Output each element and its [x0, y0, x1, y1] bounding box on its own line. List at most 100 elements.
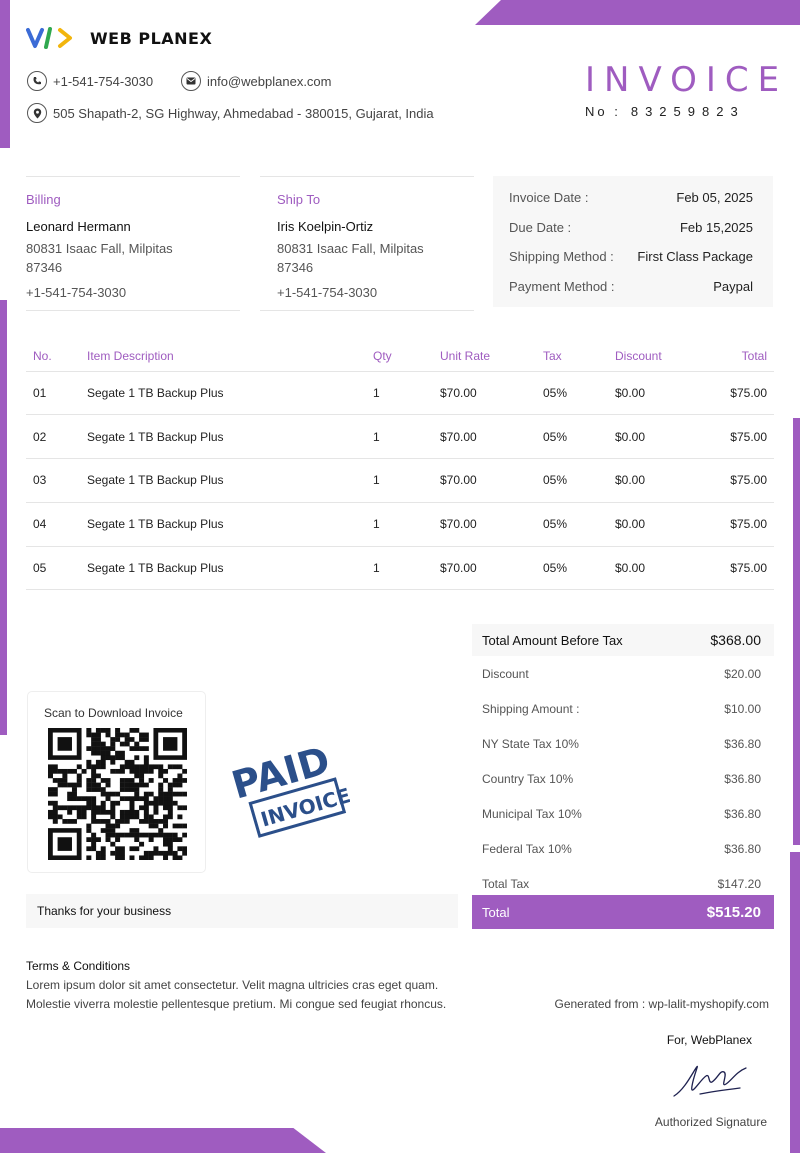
cell-total: $75.00 [694, 458, 774, 503]
table-row: 05 Segate 1 TB Backup Plus 1 $70.00 05% … [26, 546, 774, 591]
decor-right-bar-mid [793, 418, 800, 845]
meta-shipping-method: Shipping Method : First Class Package [509, 249, 753, 265]
email-icon [181, 71, 201, 91]
ship-to-phone: +1-541-754-3030 [277, 285, 378, 300]
cell-unit-rate: $70.00 [433, 458, 536, 503]
company-address: 505 Shapath-2, SG Highway, Ahmedabad - 3… [27, 103, 434, 123]
qr-card: Scan to Download Invoice [27, 691, 206, 873]
decor-left-bar-top [0, 0, 10, 148]
billing-label: Billing [26, 192, 61, 207]
col-header-total: Total [694, 341, 774, 372]
cell-unit-rate: $70.00 [433, 371, 536, 416]
cell-discount: $0.00 [608, 458, 694, 503]
items-table: No. Item Description Qty Unit Rate Tax D… [26, 341, 774, 591]
cell-total: $75.00 [694, 546, 774, 591]
summary-before-tax: Total Amount Before Tax $368.00 [472, 624, 774, 656]
qr-caption: Scan to Download Invoice [44, 706, 183, 720]
cell-qty: 1 [366, 414, 433, 460]
summary-row-discount: Discount $20.00 [482, 666, 761, 681]
cell-no: 04 [26, 502, 80, 547]
cell-qty: 1 [366, 502, 433, 547]
cell-description: Segate 1 TB Backup Plus [80, 458, 366, 503]
invoice-meta-box: Invoice Date : Feb 05, 2025 Due Date : Feb… [493, 176, 773, 307]
cell-tax: 05% [536, 502, 608, 547]
summary-total: Total $515.20 [472, 895, 774, 929]
cell-unit-rate: $70.00 [433, 414, 536, 460]
company-logo: WEB PLANEX [26, 26, 212, 50]
thanks-message: Thanks for your business [26, 894, 458, 928]
company-name: WEB PLANEX [90, 28, 213, 48]
email-text: info@webplanex.com [207, 73, 332, 89]
meta-invoice-date: Invoice Date : Feb 05, 2025 [509, 190, 753, 206]
cell-qty: 1 [366, 546, 433, 591]
cell-qty: 1 [366, 458, 433, 503]
summary-row-ny-state-tax: NY State Tax 10% $36.80 [482, 736, 761, 751]
table-header-row: No. Item Description Qty Unit Rate Tax D… [26, 341, 774, 372]
cell-description: Segate 1 TB Backup Plus [80, 546, 366, 591]
company-email: info@webplanex.com [181, 71, 331, 91]
cell-total: $75.00 [694, 502, 774, 547]
cell-discount: $0.00 [608, 502, 694, 547]
table-row: 03 Segate 1 TB Backup Plus 1 $70.00 05% … [26, 458, 774, 503]
cell-tax: 05% [536, 546, 608, 591]
cell-tax: 05% [536, 458, 608, 503]
location-pin-icon [27, 103, 47, 123]
webplanex-logo-icon [26, 27, 72, 49]
terms-line-1: Lorem ipsum dolor sit amet consectetur. … [26, 978, 439, 992]
cell-discount: $0.00 [608, 414, 694, 460]
table-row: 04 Segate 1 TB Backup Plus 1 $70.00 05% … [26, 502, 774, 547]
col-header-unit-rate: Unit Rate [433, 341, 536, 372]
col-header-tax: Tax [536, 341, 608, 372]
cell-description: Segate 1 TB Backup Plus [80, 371, 366, 416]
decor-right-bar-bottom [790, 852, 800, 1153]
cell-total: $75.00 [694, 414, 774, 460]
cell-unit-rate: $70.00 [433, 546, 536, 591]
summary-total-label: Total [482, 904, 510, 920]
billing-address-line2: 87346 [26, 260, 63, 275]
ship-to-address: Ship To Iris Koelpin-Ortiz 80831 Isaac F… [260, 176, 474, 311]
summary-row-municipal-tax: Municipal Tax 10% $36.80 [482, 806, 761, 821]
phone-icon [27, 71, 47, 91]
billing-name: Leonard Hermann [26, 219, 131, 234]
authorized-signature-label: Authorized Signature [654, 1115, 767, 1129]
meta-payment-method: Payment Method : Paypal [509, 278, 753, 294]
cell-no: 01 [26, 371, 80, 416]
handwritten-signature [673, 1065, 747, 1097]
table-row: 01 Segate 1 TB Backup Plus 1 $70.00 05% … [26, 371, 774, 416]
qr-code-icon[interactable] [48, 728, 187, 860]
billing-address-line1: 80831 Isaac Fall, Milpitas [26, 241, 173, 256]
paid-stamp-icon: PAID INVOICE [227, 738, 350, 838]
decor-left-bar-mid [0, 300, 7, 735]
summary-total-value: $515.20 [706, 903, 761, 921]
cell-no: 03 [26, 458, 80, 503]
billing-address: Billing Leonard Hermann 80831 Isaac Fall… [26, 176, 240, 311]
phone-text: +1-541-754-3030 [53, 73, 154, 89]
cell-total: $75.00 [694, 371, 774, 416]
col-header-no: No. [26, 341, 80, 372]
table-row: 02 Segate 1 TB Backup Plus 1 $70.00 05% … [26, 414, 774, 460]
cell-description: Segate 1 TB Backup Plus [80, 414, 366, 460]
invoice-number: No : 83259823 [585, 104, 745, 119]
billing-phone: +1-541-754-3030 [26, 285, 127, 300]
ship-to-label: Ship To [277, 192, 321, 207]
meta-due-date: Due Date : Feb 15,2025 [509, 219, 753, 235]
terms-text: Lorem ipsum dolor sit amet consectetur. … [26, 976, 446, 1014]
decor-top-right-banner [475, 0, 800, 25]
cell-unit-rate: $70.00 [433, 502, 536, 547]
summary-before-tax-value: $368.00 [710, 632, 761, 648]
cell-no: 05 [26, 546, 80, 591]
invoice-number-label: No : [585, 104, 621, 119]
cell-discount: $0.00 [608, 546, 694, 591]
cell-description: Segate 1 TB Backup Plus [80, 502, 366, 547]
summary-row-shipping: Shipping Amount : $10.00 [482, 701, 761, 716]
col-header-qty: Qty [366, 341, 433, 372]
ship-to-name: Iris Koelpin-Ortiz [277, 219, 374, 234]
ship-to-address-line1: 80831 Isaac Fall, Milpitas [277, 241, 424, 256]
cell-discount: $0.00 [608, 371, 694, 416]
invoice-title: INVOICE [585, 60, 789, 100]
summary-before-tax-label: Total Amount Before Tax [482, 632, 623, 648]
summary-row-federal-tax: Federal Tax 10% $36.80 [482, 841, 761, 856]
cell-tax: 05% [536, 414, 608, 460]
cell-no: 02 [26, 414, 80, 460]
cell-qty: 1 [366, 371, 433, 416]
